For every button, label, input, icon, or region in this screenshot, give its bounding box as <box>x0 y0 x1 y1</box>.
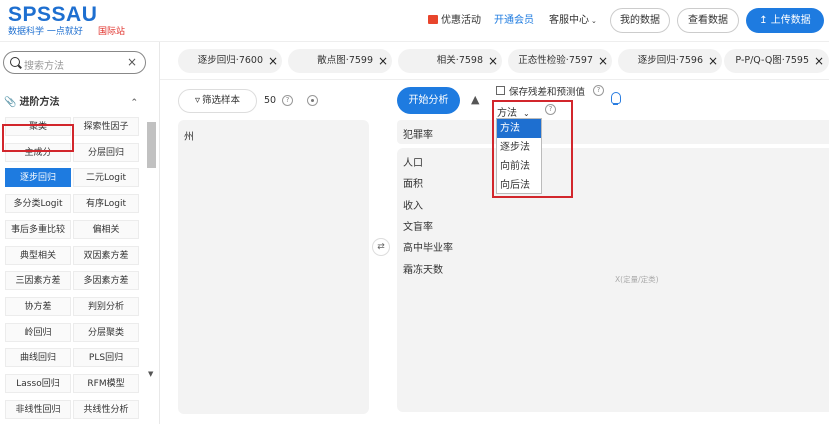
chevron-down-icon: ⌄ <box>591 17 597 25</box>
search-icon <box>10 57 20 67</box>
sidebar-item-method[interactable]: 二元Logit <box>73 168 139 188</box>
x-variable-item[interactable]: 收入 <box>403 197 423 212</box>
x-variable-item[interactable]: 文盲率 <box>403 218 433 233</box>
close-icon[interactable]: × <box>598 49 608 73</box>
upload-icon: ↥ <box>759 15 768 26</box>
top-header: SPSSAU 数据科学 一点就好 国际站 优惠活动 开通会员 客服中心 ⌄ 我的数… <box>0 0 829 42</box>
help-icon[interactable]: ? <box>593 85 604 96</box>
tab-label: P-P/Q-Q图·7595 <box>735 55 809 66</box>
sidebar-item-method[interactable]: Lasso回归 <box>5 374 71 393</box>
highlight-box <box>2 124 74 152</box>
tab-label: 散点图·7599 <box>317 55 373 66</box>
target-icon[interactable] <box>307 95 318 106</box>
tab-label: 正态性检验·7597 <box>518 55 593 66</box>
x-variable-item[interactable]: 高中毕业率 <box>403 239 453 254</box>
sample-count: 50 <box>264 95 277 106</box>
help-icon[interactable]: ? <box>282 95 293 106</box>
start-analysis-button[interactable]: 开始分析 <box>397 87 460 114</box>
sidebar-item-method[interactable]: 共线性分析 <box>73 399 139 419</box>
promo-link[interactable]: 优惠活动 <box>428 0 481 42</box>
sidebar-item-method[interactable]: 逐步回归 <box>5 168 71 188</box>
filter-label: 筛选样本 <box>202 95 241 106</box>
tab-analysis[interactable]: 逐步回归·7600 × <box>178 49 282 73</box>
sidebar-item-method[interactable]: 有序Logit <box>73 194 139 214</box>
sidebar-scrollbar[interactable] <box>147 122 156 168</box>
close-icon[interactable]: × <box>814 49 824 73</box>
x-variable-item[interactable]: 霜冻天数 <box>403 261 443 276</box>
upload-label: 上传数据 <box>770 15 811 26</box>
sidebar-item-method[interactable]: 曲线回归 <box>5 348 71 368</box>
highlight-box <box>492 100 573 198</box>
intl-site-link[interactable]: 国际站 <box>98 24 125 37</box>
save-residual-checkbox[interactable] <box>496 86 505 95</box>
sidebar-item-method[interactable]: 双因素方差 <box>73 245 139 265</box>
my-data-button[interactable]: 我的数据 <box>610 8 670 33</box>
variable-list-panel[interactable] <box>178 120 369 414</box>
sidebar-item-method[interactable]: 事后多重比较 <box>5 219 71 239</box>
close-icon[interactable]: × <box>488 49 498 73</box>
funnel-icon: ▿ <box>194 95 200 106</box>
x-variable-hint: X(定量/定类) <box>615 275 659 284</box>
section-header-advanced[interactable]: 📎 进阶方法 ⌃ <box>4 94 144 112</box>
search-placeholder: 搜索方法 <box>24 61 64 72</box>
variable-item[interactable]: 州 <box>184 128 194 143</box>
flask-icon[interactable]: ▲ <box>471 93 479 106</box>
x-variable-item[interactable]: 面积 <box>403 175 423 190</box>
sidebar-item-method[interactable]: 偏相关 <box>73 219 139 239</box>
upload-data-button[interactable]: ↥ 上传数据 <box>746 8 824 33</box>
search-input[interactable]: 搜索方法 × <box>3 51 146 74</box>
member-link[interactable]: 开通会员 <box>494 0 534 42</box>
swap-icon[interactable]: ⇄ <box>372 238 390 256</box>
sidebar-item-method[interactable]: 判别分析 <box>73 296 139 316</box>
close-icon[interactable]: × <box>708 49 718 73</box>
filter-sample-button[interactable]: ▿ 筛选样本 <box>178 89 257 113</box>
y-variable-box[interactable] <box>397 120 829 144</box>
lightbulb-icon[interactable] <box>611 92 621 105</box>
sidebar-item-method[interactable]: PLS回归 <box>73 348 139 368</box>
tab-analysis[interactable]: 逐步回归·7596 × <box>618 49 722 73</box>
tab-label: 相关·7598 <box>436 55 483 66</box>
y-variable-item[interactable]: 犯罪率 <box>403 126 433 141</box>
sidebar-item-method[interactable]: 非线性回归 <box>5 399 71 419</box>
section-title: 进阶方法 <box>19 97 60 108</box>
tab-label: 逐步回归·7596 <box>637 55 703 66</box>
close-icon[interactable]: × <box>268 49 278 73</box>
gift-icon <box>428 15 438 24</box>
close-icon[interactable]: × <box>127 55 137 69</box>
sidebar-item-method[interactable]: 分层回归 <box>73 142 139 162</box>
logo-tagline: 数据科学 一点就好 <box>8 27 83 37</box>
view-data-button[interactable]: 查看数据 <box>677 8 739 33</box>
service-menu[interactable]: 客服中心 ⌄ <box>549 0 597 42</box>
tab-analysis[interactable]: 散点图·7599 × <box>288 49 392 73</box>
sidebar-item-method[interactable]: 探索性因子 <box>73 117 139 136</box>
sidebar-item-method[interactable]: 多分类Logit <box>5 194 71 214</box>
tab-analysis[interactable]: P-P/Q-Q图·7595 × <box>724 49 829 73</box>
scroll-down-arrow-icon[interactable]: ▼ <box>148 370 153 378</box>
sidebar-item-method[interactable]: 分层聚类 <box>73 322 139 342</box>
sidebar-item-method[interactable]: 岭回归 <box>5 322 71 342</box>
sidebar-item-method[interactable]: 多因素方差 <box>73 271 139 291</box>
service-label: 客服中心 <box>549 15 589 26</box>
tab-label: 逐步回归·7600 <box>197 55 263 66</box>
sidebar-item-method[interactable]: 典型相关 <box>5 245 71 265</box>
tab-analysis[interactable]: 正态性检验·7597 × <box>508 49 612 73</box>
promo-label: 优惠活动 <box>441 15 481 26</box>
paperclip-icon: 📎 <box>4 97 17 108</box>
x-variable-box[interactable] <box>397 148 829 412</box>
sidebar-item-method[interactable]: 协方差 <box>5 296 71 316</box>
sidebar-item-method[interactable]: RFM模型 <box>73 374 139 393</box>
tab-analysis[interactable]: 相关·7598 × <box>398 49 502 73</box>
x-variable-item[interactable]: 人口 <box>403 154 423 169</box>
chevron-up-icon[interactable]: ⌃ <box>130 94 138 112</box>
save-residual-label: 保存残差和预测值 <box>509 87 586 98</box>
close-icon[interactable]: × <box>378 49 388 73</box>
sidebar-item-method[interactable]: 三因素方差 <box>5 271 71 291</box>
